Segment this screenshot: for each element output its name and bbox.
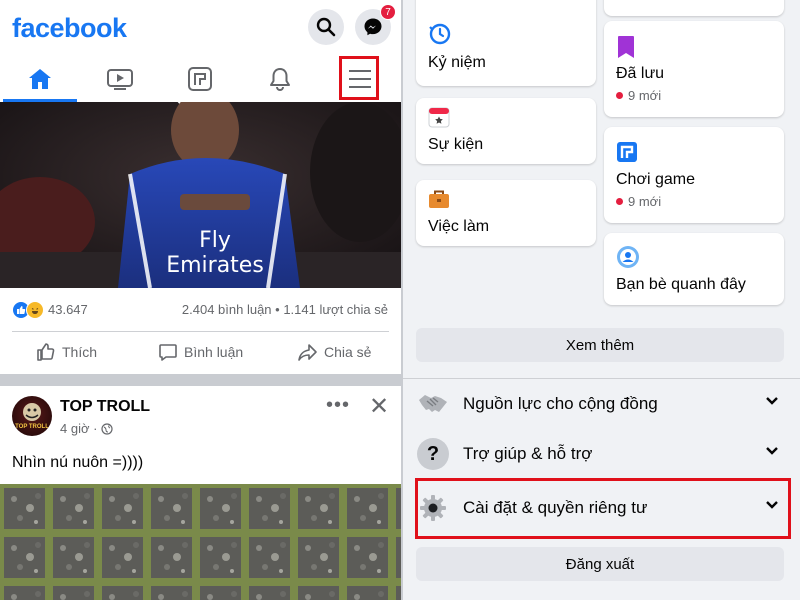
shortcut-saved[interactable]: Đã lưu 9 mới [604,21,784,117]
shortcut-jobs-label: Việc làm [428,218,490,235]
post-actions: Thích Bình luận Chia sẻ [0,332,401,374]
settings-highlight-box [415,478,791,539]
search-button[interactable] [308,9,344,45]
logout-button[interactable]: Đăng xuất [416,547,784,581]
shortcut-memories[interactable]: Kỷ niệm [416,0,596,86]
post-more-button[interactable]: ••• [326,394,350,417]
post-close-button[interactable]: ✕ [369,392,389,421]
menu-divider [403,378,800,379]
briefcase-icon [429,190,449,208]
help-support-label: Trợ giúp & hỗ trợ [463,444,593,463]
row-help-support[interactable]: ? Trợ giúp & hỗ trợ [403,430,800,478]
shortcut-saved-label: Đã lưu [616,65,665,82]
new-dot [616,92,623,99]
haha-reaction-icon [26,301,44,319]
chevron-down-icon [766,447,778,455]
like-button[interactable]: Thích [36,342,97,362]
tiled-floor-image [0,484,401,600]
post-author[interactable]: TOP TROLL [60,398,150,416]
messenger-badge: 7 [380,4,396,20]
post-time-text: 4 giờ · [60,421,98,436]
bookmark-icon [618,36,634,58]
see-more-button[interactable]: Xem thêm [416,328,784,362]
share-button[interactable]: Chia sẻ [298,342,371,362]
saved-new-count: 9 mới [628,88,662,103]
share-icon [298,344,317,361]
post-video[interactable]: Fly Emirates [0,102,401,288]
comment-button[interactable]: Bình luận [158,342,243,362]
post-time: 4 giờ · [60,421,114,436]
bell-icon [270,68,290,91]
post-stats: 43.647 2.404 bình luận • 1.141 lượt chia… [0,288,401,332]
shortcut-nearby-friends[interactable]: Bạn bè quanh đây [604,233,784,305]
shortcut-gaming-label: Chơi game [616,171,695,188]
menu-panel: Kỷ niệm Sự kiện Việc làm Đã lưu 9 mới Ch… [403,0,800,600]
game-icon [617,142,637,162]
gaming-icon [188,67,212,91]
thumbs-up-icon [37,343,55,361]
tab-notifications[interactable] [240,56,320,102]
facebook-logo: facebook [12,13,127,43]
like-label: Thích [62,344,98,360]
shortcut-jobs[interactable]: Việc làm [416,180,596,246]
video-frame-image: Fly Emirates [0,102,401,288]
calendar-icon [428,107,450,128]
feed-post: TOP TROLL TOP TROLL 4 giờ · ••• ✕ Nhìn n… [0,386,401,600]
handshake-icon [417,388,449,420]
reaction-icons[interactable] [12,301,44,319]
shortcut-memories-label: Kỷ niệm [428,54,486,71]
top-bar: facebook 7 [0,0,401,56]
author-avatar[interactable]: TOP TROLL [12,396,52,436]
globe-icon [101,422,114,435]
news-feed-panel: facebook 7 Fly Emirates 43.647 2.404 bìn… [0,0,401,600]
clock-icon [429,23,451,45]
avatar-text: TOP TROLL [15,424,49,430]
new-dot [616,198,623,205]
shortcut-nearby-friends-label: Bạn bè quanh đây [616,276,746,293]
shortcut-partial-top[interactable] [604,0,784,16]
screen: facebook 7 Fly Emirates 43.647 2.404 bìn… [0,0,800,600]
feed-separator [0,374,401,386]
video-icon [107,69,133,90]
comments-shares-count[interactable]: 2.404 bình luận • 1.141 lượt chia sẻ [182,302,388,317]
search-icon [316,17,336,37]
tab-watch[interactable] [80,56,160,102]
comment-icon [159,344,177,361]
help-icon: ? [417,438,449,470]
troll-face-icon [23,403,41,421]
community-resources-label: Nguồn lực cho cộng đồng [463,394,658,413]
chevron-down-icon [766,397,778,405]
nearby-friends-icon [617,246,639,268]
row-community-resources[interactable]: Nguồn lực cho cộng đồng [403,380,800,428]
tab-home[interactable] [0,56,80,102]
post-image[interactable] [0,484,401,600]
messenger-icon [364,18,382,36]
shortcut-events[interactable]: Sự kiện [416,98,596,164]
home-icon [29,69,51,89]
svg-text:Fly: Fly [199,228,231,253]
tab-marketplace[interactable] [160,56,240,102]
reaction-count[interactable]: 43.647 [48,302,88,317]
shortcut-events-label: Sự kiện [428,136,484,153]
comment-label: Bình luận [184,344,244,360]
shortcut-saved-sub: 9 mới [616,88,661,103]
shortcut-gaming[interactable]: Chơi game 9 mới [604,127,784,223]
share-label: Chia sẻ [324,344,372,360]
svg-text:Emirates: Emirates [166,253,264,278]
shortcut-gaming-sub: 9 mới [616,194,661,209]
menu-highlight-box [339,56,379,100]
messenger-button[interactable]: 7 [355,4,396,45]
post-text: Nhìn nú nuôn =)))) [12,454,144,471]
gaming-new-count: 9 mới [628,194,662,209]
